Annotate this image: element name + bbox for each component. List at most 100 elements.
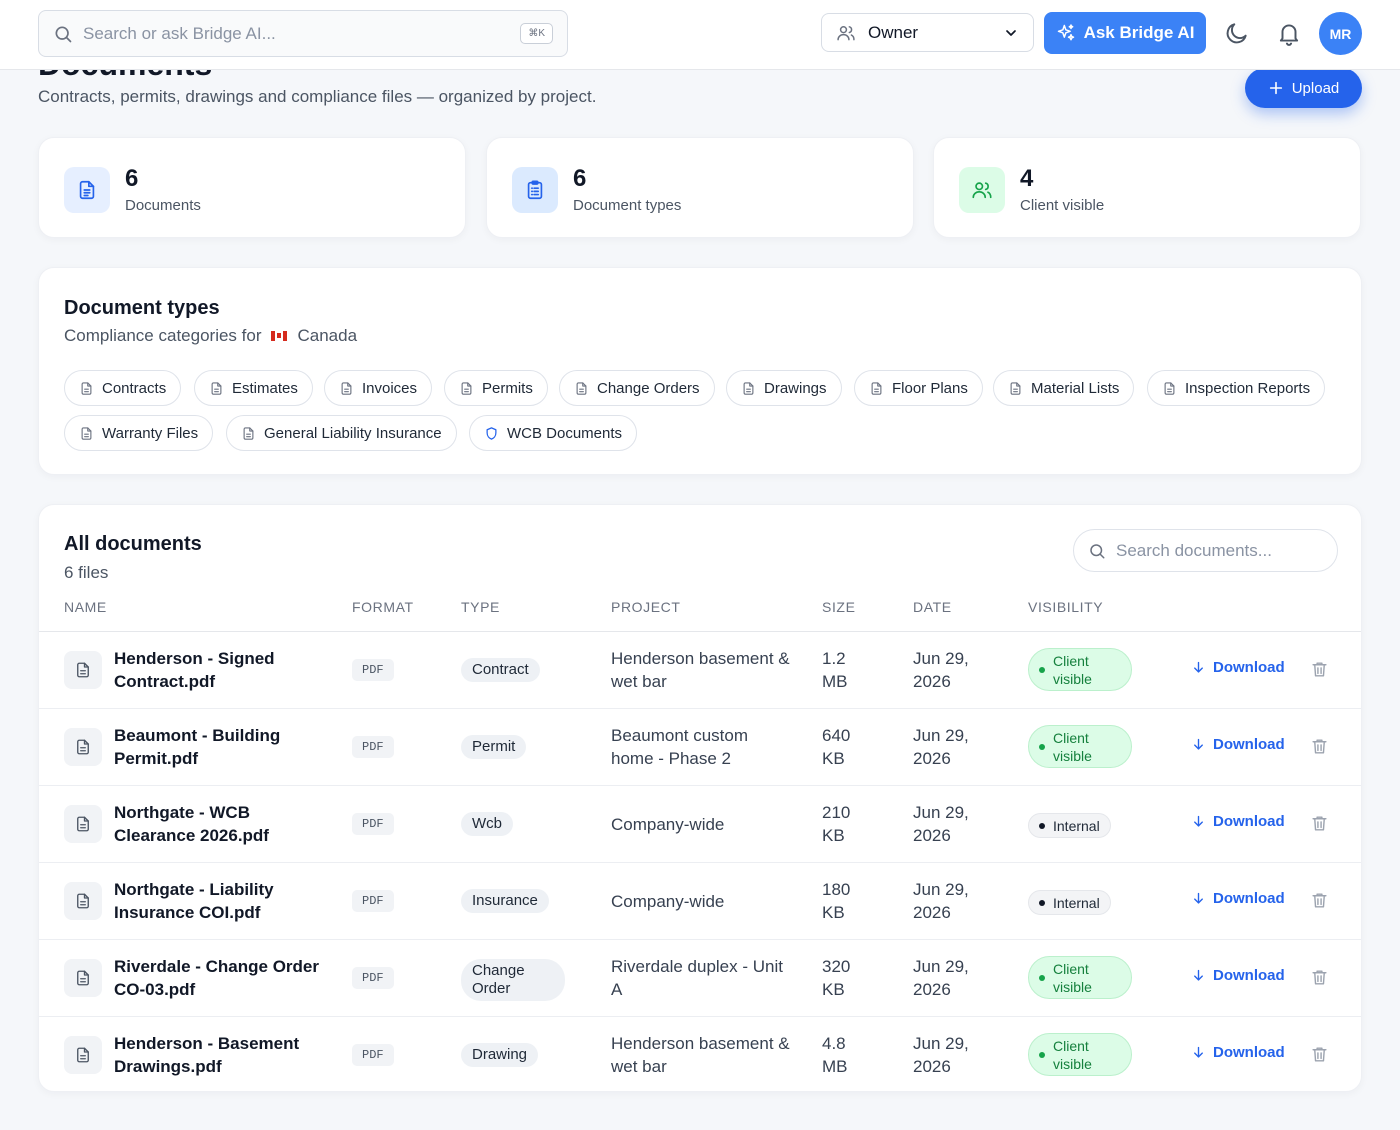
document-name[interactable]: Northgate - WCB Clearance 2026.pdf <box>114 801 324 847</box>
role-select-value: Owner <box>868 22 919 42</box>
file-icon <box>81 426 92 440</box>
stat-value: 6 <box>573 165 587 192</box>
role-select[interactable]: Owner <box>821 13 1034 52</box>
search-icon <box>1090 543 1105 558</box>
file-thumbnail <box>64 651 102 689</box>
table-row[interactable]: Riverdale - Change Order CO-03.pdf PDF C… <box>39 940 1361 1017</box>
shortcut-hint: ⌘K <box>520 23 553 44</box>
stat-label: Documents <box>125 197 201 214</box>
download-label: Download <box>1213 736 1285 753</box>
chip-label: Estimates <box>232 379 298 397</box>
document-types-card: Document types Compliance categories for… <box>38 267 1362 475</box>
file-size: 640 KB <box>822 726 851 768</box>
user-avatar[interactable]: MR <box>1319 12 1362 55</box>
column-header-format[interactable]: FORMAT <box>352 599 414 615</box>
table-row[interactable]: Henderson - Signed Contract.pdf PDF Cont… <box>39 632 1361 709</box>
type-badge: Permit <box>461 735 527 759</box>
file-thumbnail <box>64 805 102 843</box>
bell-icon[interactable] <box>1276 20 1302 46</box>
column-header-project[interactable]: PROJECT <box>611 599 681 615</box>
column-header-size[interactable]: SIZE <box>822 599 856 615</box>
visibility-label: Client visible <box>1053 1037 1092 1072</box>
trash-icon[interactable] <box>1310 1045 1329 1064</box>
chip-floor-plans[interactable]: Floor Plans <box>854 370 983 406</box>
chip-general-liability-insurance[interactable]: General Liability Insurance <box>226 415 457 451</box>
download-button[interactable]: Download <box>1191 890 1285 907</box>
chip-label: Inspection Reports <box>1185 379 1311 397</box>
download-button[interactable]: Download <box>1191 813 1285 830</box>
stat-icon-badge <box>959 167 1005 213</box>
visibility-label: Client visible <box>1053 652 1092 687</box>
trash-icon[interactable] <box>1310 968 1329 987</box>
document-name[interactable]: Henderson - Basement Drawings.pdf <box>114 1032 324 1078</box>
file-size: 4.8 MB <box>822 1034 848 1076</box>
document-types-title: Document types <box>64 297 220 319</box>
all-documents-card: All documents 6 files NAME FORMAT TYPE P… <box>38 504 1362 1092</box>
trash-icon[interactable] <box>1310 660 1329 679</box>
file-icon <box>461 381 472 395</box>
download-arrow-icon <box>1194 738 1203 750</box>
column-header-type[interactable]: TYPE <box>461 599 500 615</box>
download-arrow-icon <box>1194 815 1203 827</box>
table-row[interactable]: Northgate - Liability Insurance COI.pdf … <box>39 863 1361 940</box>
file-text-icon <box>77 893 89 909</box>
documents-search[interactable] <box>1073 529 1338 572</box>
file-size: 180 KB <box>822 880 851 922</box>
chip-drawings[interactable]: Drawings <box>726 370 842 406</box>
file-date: Jun 29, 2026 <box>913 1034 969 1076</box>
chip-permits[interactable]: Permits <box>444 370 548 406</box>
visibility-badge: Client visible <box>1028 1033 1132 1076</box>
chip-material-lists[interactable]: Material Lists <box>993 370 1135 406</box>
chip-label: General Liability Insurance <box>264 424 442 442</box>
table-row[interactable]: Henderson - Basement Drawings.pdf PDF Dr… <box>39 1017 1361 1091</box>
chip-label: Drawings <box>764 379 827 397</box>
chip-label: WCB Documents <box>507 424 623 442</box>
table-row[interactable]: Beaumont - Building Permit.pdf PDF Permi… <box>39 709 1361 786</box>
document-name[interactable]: Riverdale - Change Order CO-03.pdf <box>114 955 324 1001</box>
visibility-label: Client visible <box>1053 960 1092 995</box>
chip-wcb-documents[interactable]: WCB Documents <box>469 415 638 451</box>
format-badge: PDF <box>352 890 394 912</box>
visibility-badge: Client visible <box>1028 648 1132 691</box>
document-name[interactable]: Henderson - Signed Contract.pdf <box>114 647 324 693</box>
dark-mode-toggle-icon[interactable] <box>1224 20 1250 46</box>
column-header-name[interactable]: NAME <box>64 599 107 615</box>
trash-icon[interactable] <box>1310 891 1329 910</box>
chip-estimates[interactable]: Estimates <box>194 370 313 406</box>
page-title-clip: Documents <box>38 70 278 78</box>
column-header-visibility[interactable]: VISIBILITY <box>1028 599 1103 615</box>
canada-flag-icon <box>271 331 288 341</box>
download-button[interactable]: Download <box>1191 659 1285 676</box>
file-icon <box>1010 381 1021 395</box>
trash-icon[interactable] <box>1310 737 1329 756</box>
chip-inspection-reports[interactable]: Inspection Reports <box>1147 370 1326 406</box>
file-date: Jun 29, 2026 <box>913 803 969 845</box>
chevron-down-icon <box>1006 29 1016 36</box>
status-dot <box>1039 743 1045 750</box>
file-count: 6 files <box>64 563 109 582</box>
table-row[interactable]: Northgate - WCB Clearance 2026.pdf PDF W… <box>39 786 1361 863</box>
download-button[interactable]: Download <box>1191 967 1285 984</box>
documents-search-input[interactable] <box>1116 540 1316 561</box>
plus-icon <box>1269 81 1282 95</box>
stat-label: Document types <box>573 197 682 214</box>
download-label: Download <box>1213 967 1285 984</box>
document-name[interactable]: Northgate - Liability Insurance COI.pdf <box>114 878 324 924</box>
chip-change-orders[interactable]: Change Orders <box>559 370 715 406</box>
chip-contracts[interactable]: Contracts <box>64 370 182 406</box>
global-search-input[interactable]: Search or ask Bridge AI... ⌘K <box>38 10 568 57</box>
trash-icon[interactable] <box>1310 814 1329 833</box>
ask-bridge-ai-button[interactable]: Ask Bridge AI <box>1044 12 1206 54</box>
column-header-date[interactable]: DATE <box>913 599 952 615</box>
chip-invoices[interactable]: Invoices <box>324 370 433 406</box>
chip-warranty-files[interactable]: Warranty Files <box>64 415 214 451</box>
upload-button[interactable]: Upload <box>1245 68 1362 108</box>
file-size: 1.2 MB <box>822 649 848 691</box>
visibility-label: Internal <box>1053 817 1100 834</box>
download-button[interactable]: Download <box>1191 736 1285 753</box>
file-thumbnail <box>64 1036 102 1074</box>
visibility-badge: Client visible <box>1028 956 1132 999</box>
download-button[interactable]: Download <box>1191 1044 1285 1061</box>
document-name[interactable]: Beaumont - Building Permit.pdf <box>114 724 324 770</box>
type-badge: Drawing <box>461 1043 539 1067</box>
